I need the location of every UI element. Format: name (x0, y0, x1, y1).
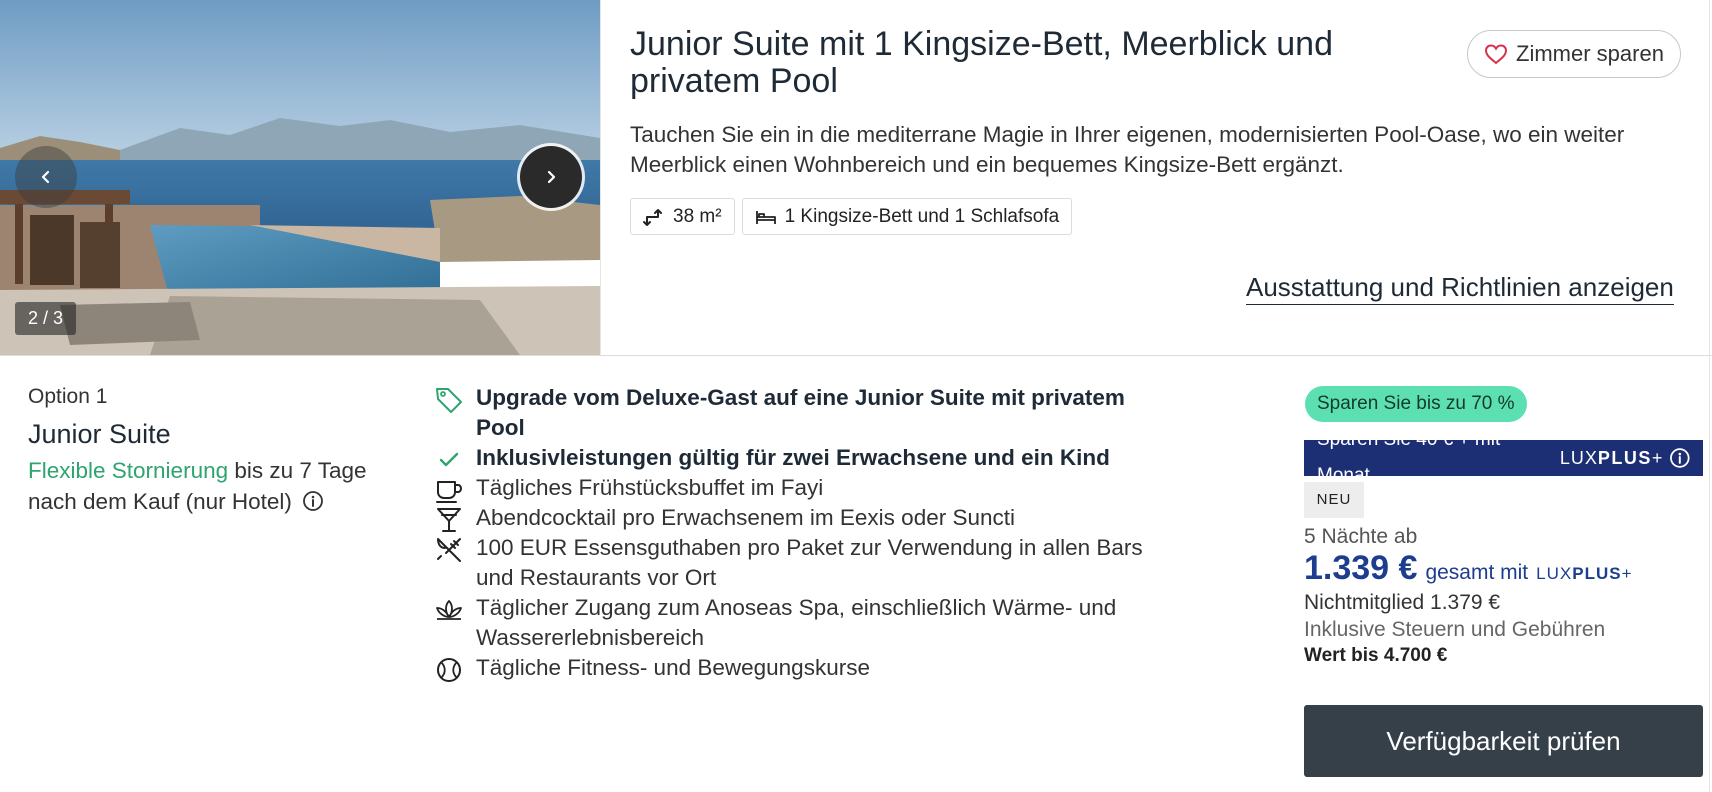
lotus-icon (436, 600, 462, 620)
check-icon (439, 452, 459, 467)
member-price: 1.339 € (1304, 549, 1418, 587)
chevron-left-icon (41, 170, 50, 184)
divider (600, 0, 601, 355)
inclusion-text: Tägliche Fitness- und Bewegungskurse (476, 655, 870, 680)
inclusion-item: Tägliche Fitness- und Bewegungskurse (434, 653, 1154, 683)
ball-icon (437, 658, 461, 682)
room-description: Tauchen Sie ein in die mediterrane Magie… (630, 122, 1625, 177)
dining-icon (437, 538, 461, 562)
gallery-next-button[interactable] (520, 146, 582, 208)
inclusion-text: Tägliches Frühstücksbuffet im Fayi (476, 475, 824, 500)
inclusions-list: Upgrade vom Deluxe-Gast auf eine Junior … (434, 383, 1154, 683)
gallery-prev-button[interactable] (15, 146, 77, 208)
option-number: Option 1 (28, 385, 108, 408)
info-icon[interactable] (302, 490, 324, 512)
save-room-button[interactable]: Zimmer sparen (1467, 30, 1681, 78)
room-photo (0, 0, 600, 355)
taxes-note: Inklusive Steuern und Gebühren (1304, 618, 1606, 641)
inclusion-item: Täglicher Zugang zum Anoseas Spa, einsch… (434, 593, 1154, 653)
flexible-cancellation: Flexible Stornierung (28, 458, 229, 483)
price-row: 1.339 € gesamt mit LUXPLUS+ (1304, 549, 1633, 588)
room-title: Junior Suite mit 1 Kingsize-Bett, Meerbl… (630, 25, 1333, 100)
price-suffix: gesamt mit (1425, 561, 1529, 584)
cocktail-icon (437, 508, 461, 532)
bed-tag: 1 Kingsize-Bett und 1 Schlafsofa (741, 198, 1073, 235)
save-room-label: Zimmer sparen (1516, 41, 1664, 66)
photo-gallery[interactable]: 2 / 3 (0, 0, 600, 355)
cancellation-policy: Flexible Stornierung bis zu 7 Tage nach … (28, 455, 368, 517)
inclusion-text: Abendcocktail pro Erwachsenem im Eexis o… (476, 505, 1016, 530)
inclusion-item: 100 EUR Essensguthaben pro Paket zur Ver… (434, 533, 1154, 593)
new-badge: NEU (1304, 482, 1364, 518)
amenities-link[interactable]: Ausstattung und Richtlinien anzeigen (1246, 270, 1674, 305)
luxplus-logo-sign: + (1651, 448, 1664, 468)
info-icon[interactable] (1669, 447, 1691, 469)
inclusion-item: Inklusivleistungen gültig für zwei Erwac… (434, 443, 1154, 473)
room-tags: 38 m² 1 Kingsize-Bett und 1 Schlafsofa (630, 198, 1073, 235)
room-card: 2 / 3 Junior Suite mit 1 Kingsize-Bett, … (0, 0, 1712, 792)
bed-icon (755, 210, 776, 224)
bed-label: 1 Kingsize-Bett und 1 Schlafsofa (784, 205, 1060, 227)
image-counter: 2 / 3 (15, 302, 77, 335)
tag-icon (436, 388, 462, 413)
luxplus-logo: LUXPLUS+ (1560, 440, 1664, 476)
savings-badge: Sparen Sie bis zu 70 % (1305, 386, 1527, 422)
coffee-icon (436, 481, 462, 503)
inclusion-item: Abendcocktail pro Erwachsenem im Eexis o… (434, 503, 1154, 533)
inclusion-text: Inklusivleistungen gültig für zwei Erwac… (476, 445, 1110, 470)
area-icon (643, 208, 662, 226)
inclusion-text: Upgrade vom Deluxe-Gast auf eine Junior … (476, 385, 1125, 440)
room-size-label: 38 m² (673, 205, 722, 227)
inclusion-text: 100 EUR Essensguthaben pro Paket zur Ver… (476, 535, 1143, 590)
divider (1709, 0, 1710, 792)
option-name: Junior Suite (28, 419, 171, 449)
divider (0, 355, 1712, 356)
luxplus-logo-sign: + (1621, 564, 1633, 583)
nonmember-price: Nichtmitglied 1.379 € (1304, 591, 1501, 614)
inclusion-item: Tägliches Frühstücksbuffet im Fayi (434, 473, 1154, 503)
worth-value: Wert bis 4.700 € (1304, 645, 1447, 667)
worth-amount: 4.700 € (1383, 645, 1448, 666)
luxplus-logo-lux: LUX (1559, 448, 1598, 468)
inclusion-text: Täglicher Zugang zum Anoseas Spa, einsch… (476, 595, 1117, 650)
luxplus-logo-plus: PLUS (1597, 448, 1652, 468)
chevron-right-icon (547, 170, 556, 184)
room-size-tag: 38 m² (630, 198, 735, 235)
luxplus-logo-plus: PLUS (1572, 564, 1622, 583)
luxplus-banner[interactable]: Sparen Sie 40 € + mit Monat LUXPLUS+ (1304, 429, 1703, 486)
luxplus-logo: LUXPLUS+ (1536, 564, 1632, 584)
heart-icon (1485, 44, 1508, 65)
worth-label: Wert bis (1304, 645, 1379, 666)
nights-label: 5 Nächte ab (1304, 525, 1418, 548)
check-availability-button[interactable]: Verfügbarkeit prüfen (1304, 705, 1703, 777)
inclusion-item: Upgrade vom Deluxe-Gast auf eine Junior … (434, 383, 1154, 443)
luxplus-logo-lux: LUX (1536, 564, 1573, 583)
